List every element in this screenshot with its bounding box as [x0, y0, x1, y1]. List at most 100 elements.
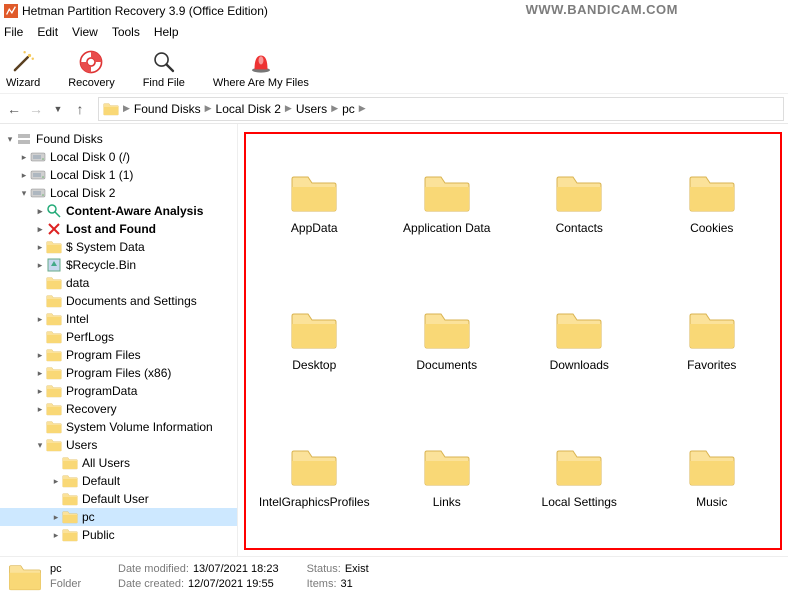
- tree-data[interactable]: data: [0, 274, 237, 292]
- label: Local Disk 0 (/): [50, 150, 130, 164]
- label: Program Files: [66, 348, 141, 362]
- menu-help[interactable]: Help: [154, 25, 179, 39]
- crumb-local-disk-2[interactable]: Local Disk 2: [216, 102, 281, 116]
- chevron-right-icon: ▶: [285, 103, 292, 114]
- wizard-label: Wizard: [6, 77, 40, 89]
- status-type: Folder: [50, 577, 110, 592]
- crumb-users[interactable]: Users: [296, 102, 327, 116]
- tree-program-files[interactable]: ▸Program Files: [0, 346, 237, 364]
- tree-programdata[interactable]: ▸ProgramData: [0, 382, 237, 400]
- status-bar: pc Folder Date modified: 13/07/2021 18:23…: [0, 556, 788, 596]
- label: System Volume Information: [66, 420, 213, 434]
- folder-icon: [8, 561, 42, 593]
- tree-root-found-disks[interactable]: ▾Found Disks: [0, 130, 237, 148]
- crumb-found-disks[interactable]: Found Disks: [134, 102, 201, 116]
- folder-item[interactable]: Desktop: [290, 310, 338, 372]
- find-file-button[interactable]: Find File: [143, 49, 185, 89]
- where-are-my-files-button[interactable]: Where Are My Files: [213, 49, 309, 89]
- crumb-pc[interactable]: pc: [342, 102, 355, 116]
- label: Program Files (x86): [66, 366, 171, 380]
- menu-edit[interactable]: Edit: [37, 25, 58, 39]
- folder-item[interactable]: Links: [423, 447, 471, 509]
- recovery-label: Recovery: [68, 77, 114, 89]
- label: pc: [82, 510, 95, 524]
- folder-label: Links: [433, 495, 461, 509]
- status-modified: 13/07/2021 18:23: [193, 563, 279, 575]
- folder-item[interactable]: Music: [688, 447, 736, 509]
- tree-all-users[interactable]: All Users: [0, 454, 237, 472]
- folder-item[interactable]: Favorites: [687, 310, 736, 372]
- nav-forward-button[interactable]: →: [26, 99, 46, 119]
- toolbar: Wizard Recovery Find File Where Are My F…: [0, 42, 788, 94]
- status-modified-label: Date modified:: [118, 563, 189, 575]
- tree-content-aware[interactable]: ▸Content-Aware Analysis: [0, 202, 237, 220]
- folder-icon: [62, 527, 78, 543]
- folder-label: Documents: [416, 358, 477, 372]
- magnifier-icon: [46, 203, 62, 219]
- tree-recycle-bin[interactable]: ▸$Recycle.Bin: [0, 256, 237, 274]
- folder-icon: [46, 275, 62, 291]
- content-pane[interactable]: AppData Application Data Contacts Cookies De…: [238, 124, 788, 556]
- tree-default[interactable]: ▸Default: [0, 472, 237, 490]
- breadcrumb[interactable]: ▶ Found Disks ▶ Local Disk 2 ▶ Users ▶ p…: [98, 97, 784, 121]
- tree-users[interactable]: ▾Users: [0, 436, 237, 454]
- tree-lost-and-found[interactable]: ▸Lost and Found: [0, 220, 237, 238]
- folder-icon: [688, 447, 736, 487]
- folder-icon: [290, 173, 338, 213]
- label: Local Disk 1 (1): [50, 168, 133, 182]
- chevron-right-icon: ▶: [205, 103, 212, 114]
- folder-label: Favorites: [687, 358, 736, 372]
- folder-item[interactable]: IntelGraphicsProfiles: [259, 447, 370, 509]
- tree-default-user[interactable]: Default User: [0, 490, 237, 508]
- folder-item[interactable]: Cookies: [688, 173, 736, 235]
- folder-label: Desktop: [292, 358, 336, 372]
- folder-item[interactable]: Downloads: [550, 310, 609, 372]
- chevron-right-icon: ▶: [359, 103, 366, 114]
- folder-label: Downloads: [550, 358, 609, 372]
- folder-item[interactable]: Contacts: [555, 173, 603, 235]
- title-bar: Hetman Partition Recovery 3.9 (Office Ed…: [0, 0, 788, 22]
- tree-pc[interactable]: ▸pc: [0, 508, 237, 526]
- tree-local-disk-0[interactable]: ▸Local Disk 0 (/): [0, 148, 237, 166]
- folder-item[interactable]: Documents: [416, 310, 477, 372]
- tree-perflogs[interactable]: PerfLogs: [0, 328, 237, 346]
- label: $ System Data: [66, 240, 145, 254]
- tree-public[interactable]: ▸Public: [0, 526, 237, 544]
- folder-tree[interactable]: ▾Found Disks ▸Local Disk 0 (/) ▸Local Di…: [0, 124, 238, 556]
- status-created: 12/07/2021 19:55: [188, 578, 274, 590]
- tree-recovery[interactable]: ▸Recovery: [0, 400, 237, 418]
- tree-documents-settings[interactable]: Documents and Settings: [0, 292, 237, 310]
- folder-icon: [46, 401, 62, 417]
- folder-item[interactable]: AppData: [290, 173, 338, 235]
- tree-program-files-x86[interactable]: ▸Program Files (x86): [0, 364, 237, 382]
- folder-icon: [688, 173, 736, 213]
- recovery-button[interactable]: Recovery: [68, 49, 114, 89]
- tree-local-disk-1[interactable]: ▸Local Disk 1 (1): [0, 166, 237, 184]
- disk-group-icon: [16, 131, 32, 147]
- folder-icon: [46, 311, 62, 327]
- label: $Recycle.Bin: [66, 258, 136, 272]
- nav-history-dropdown[interactable]: ▼: [48, 99, 68, 119]
- status-name: pc: [50, 562, 110, 577]
- window-title: Hetman Partition Recovery 3.9 (Office Ed…: [22, 4, 268, 18]
- chevron-right-icon: ▶: [123, 103, 130, 114]
- menu-file[interactable]: File: [4, 25, 23, 39]
- status-status: Exist: [345, 563, 369, 575]
- menu-tools[interactable]: Tools: [112, 25, 140, 39]
- nav-up-button[interactable]: ↑: [70, 99, 90, 119]
- status-created-label: Date created:: [118, 578, 184, 590]
- label: Intel: [66, 312, 89, 326]
- folder-icon: [46, 365, 62, 381]
- folder-item[interactable]: Application Data: [403, 173, 490, 235]
- recycle-icon: [46, 257, 62, 273]
- nav-back-button[interactable]: ←: [4, 99, 24, 119]
- menu-view[interactable]: View: [72, 25, 98, 39]
- tree-intel[interactable]: ▸Intel: [0, 310, 237, 328]
- tree-system-data[interactable]: ▸$ System Data: [0, 238, 237, 256]
- tree-system-volume-information[interactable]: System Volume Information: [0, 418, 237, 436]
- tree-local-disk-2[interactable]: ▾Local Disk 2: [0, 184, 237, 202]
- folder-label: IntelGraphicsProfiles: [259, 495, 370, 509]
- folder-item[interactable]: Local Settings: [542, 447, 617, 509]
- label: ProgramData: [66, 384, 137, 398]
- wizard-button[interactable]: Wizard: [6, 49, 40, 89]
